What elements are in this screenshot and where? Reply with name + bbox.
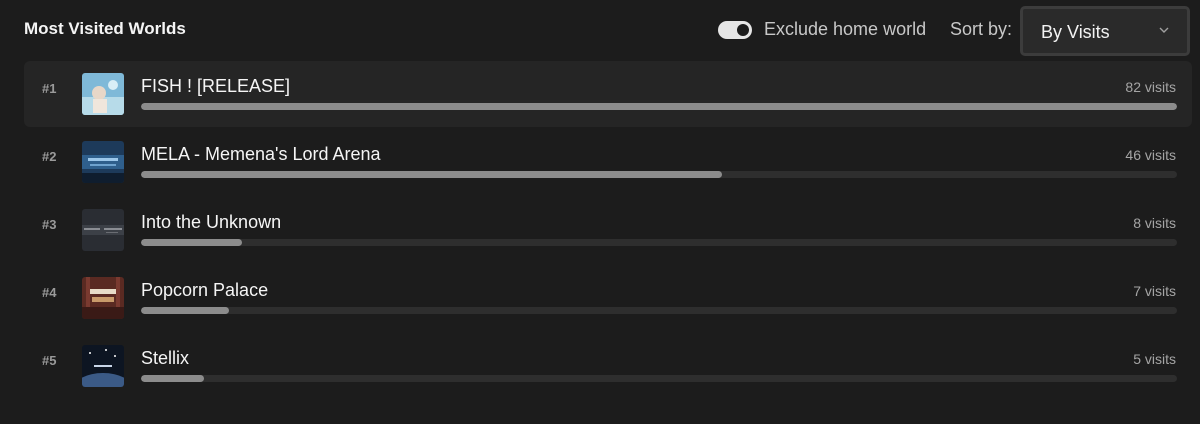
world-name: FISH ! [RELEASE]: [141, 76, 291, 96]
exclude-home-world-label: Exclude home world: [764, 19, 927, 39]
world-visit-count: 46 visits: [1125, 147, 1176, 163]
world-rank: #5: [42, 353, 57, 368]
world-visit-count: 82 visits: [1125, 79, 1176, 95]
exclude-home-world-toggle[interactable]: [718, 21, 752, 39]
visit-bar-fill: [141, 171, 723, 178]
page-title: Most Visited Worlds: [24, 19, 186, 38]
visit-bar-fill: [141, 375, 205, 382]
world-list: #1 FISH ! [RELEASE] 82 visits #2 MELA - …: [24, 61, 1192, 401]
world-rank: #3: [42, 217, 57, 232]
visit-bar-track: [141, 239, 1177, 246]
visit-bar-fill: [141, 239, 243, 246]
visit-bar-fill: [141, 103, 1177, 110]
world-visit-count: 5 visits: [1133, 351, 1176, 367]
world-rank: #2: [42, 149, 57, 164]
visit-bar-track: [141, 171, 1177, 178]
chevron-down-icon: [1157, 23, 1171, 37]
world-rank: #1: [42, 81, 57, 96]
world-name: Into the Unknown: [141, 212, 282, 232]
world-visit-count: 8 visits: [1133, 215, 1176, 231]
fish-world-thumbnail: [82, 73, 124, 115]
header-bar: Most Visited Worlds Exclude home world S…: [0, 0, 1200, 60]
sort-by-dropdown[interactable]: By Visits: [1020, 6, 1190, 56]
sort-by-label: Sort by:: [950, 19, 1013, 39]
visit-bar-track: [141, 307, 1177, 314]
world-row[interactable]: #4 Popcorn Palace 7 visits: [24, 265, 1192, 331]
sort-by-selected-value: By Visits: [1041, 22, 1110, 42]
world-rank: #4: [42, 285, 57, 300]
world-row[interactable]: #3 Into the Unknown 8 visits: [24, 197, 1192, 263]
popcorn-world-thumbnail: [82, 277, 124, 319]
visit-bar-track: [141, 375, 1177, 382]
world-visit-count: 7 visits: [1133, 283, 1176, 299]
world-row[interactable]: #1 FISH ! [RELEASE] 82 visits: [24, 61, 1192, 127]
world-name: Popcorn Palace: [141, 280, 269, 300]
mela-world-thumbnail: [82, 141, 124, 183]
toggle-knob: [737, 24, 749, 36]
world-row[interactable]: #5 Stellix 5 visits: [24, 333, 1192, 399]
world-row[interactable]: #2 MELA - Memena's Lord Arena 46 visits: [24, 129, 1192, 195]
visit-bar-fill: [141, 307, 230, 314]
stellix-world-thumbnail: [82, 345, 124, 387]
world-name: MELA - Memena's Lord Arena: [141, 144, 381, 164]
world-name: Stellix: [141, 348, 190, 368]
unknown-world-thumbnail: [82, 209, 124, 251]
visit-bar-track: [141, 103, 1177, 110]
